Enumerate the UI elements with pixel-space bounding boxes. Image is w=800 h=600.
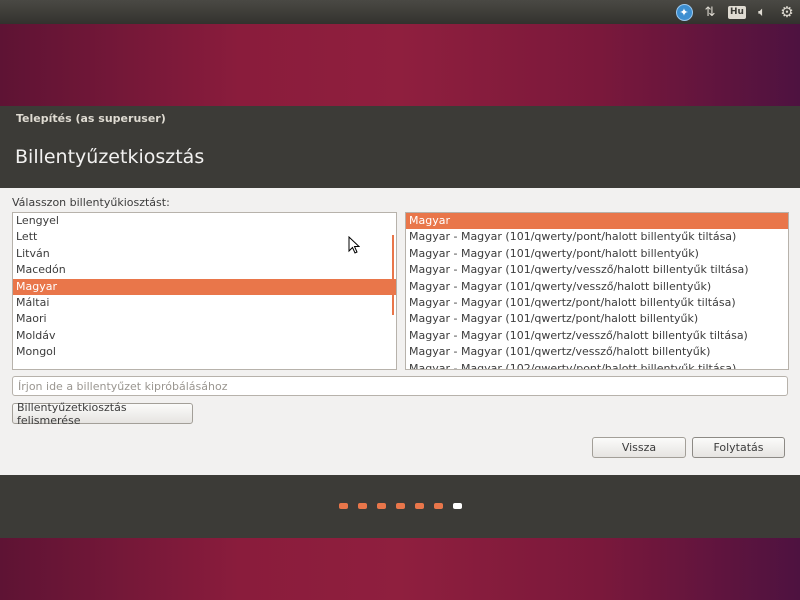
progress-dot xyxy=(358,503,367,509)
list-item[interactable]: Magyar - Magyar (101/qwertz/vessző/halot… xyxy=(406,328,788,344)
content-area: Válasszon billentyűkiosztást: Lengyel Let… xyxy=(0,188,800,475)
scroll-indicator[interactable] xyxy=(392,235,394,315)
window-titlebar: Telepítés (as superuser) xyxy=(0,106,800,134)
progress-dot xyxy=(377,503,386,509)
page-title: Billentyűzetkiosztás xyxy=(15,146,205,168)
progress-dot xyxy=(396,503,405,509)
back-button[interactable]: Vissza xyxy=(592,437,686,458)
list-item[interactable]: Máltai xyxy=(13,295,396,311)
progress-dot xyxy=(434,503,443,509)
list-item[interactable]: Moldáv xyxy=(13,328,396,344)
accessibility-icon[interactable]: ✦ xyxy=(672,0,696,24)
list-item[interactable]: Magyar - Magyar (101/qwertz/pont/halott … xyxy=(406,311,788,327)
progress-dot xyxy=(415,503,424,509)
window-title: Telepítés (as superuser) xyxy=(16,112,166,125)
list-item[interactable]: Macedón xyxy=(13,262,396,278)
list-item[interactable]: Mongol xyxy=(13,344,396,360)
list-item[interactable]: Lengyel xyxy=(13,213,396,229)
layout-prompt-label: Válasszon billentyűkiosztást: xyxy=(12,196,170,209)
progress-dot xyxy=(339,503,348,509)
keyboard-test-input[interactable] xyxy=(12,376,788,396)
keyboard-indicator-label: Hu xyxy=(728,5,746,19)
variant-list[interactable]: Magyar Magyar - Magyar (101/qwerty/pont/h… xyxy=(405,212,789,370)
list-item[interactable]: Magyar - Magyar (101/qwertz/vessző/halot… xyxy=(406,344,788,360)
list-item[interactable]: Magyar xyxy=(406,213,788,230)
detect-layout-button[interactable]: Billentyűzetkiosztás felismerése xyxy=(12,401,193,427)
progress-footer xyxy=(0,475,800,538)
list-item[interactable]: Magyar - Magyar (101/qwerty/pont/halott … xyxy=(406,229,788,245)
keyboard-layout-indicator[interactable]: Hu xyxy=(727,0,747,24)
list-item[interactable]: Lett xyxy=(13,229,396,245)
top-panel: ✦ ⇅ Hu 🔈︎ ⚙ xyxy=(0,0,800,24)
list-item[interactable]: Litván xyxy=(13,246,396,262)
installer-window: Telepítés (as superuser) Billentyűzetkio… xyxy=(0,106,800,538)
list-item[interactable]: Maori xyxy=(13,311,396,327)
progress-dot xyxy=(453,503,462,509)
page-header: Billentyűzetkiosztás xyxy=(0,134,800,188)
network-icon[interactable]: ⇅ xyxy=(700,0,720,24)
list-item[interactable]: Magyar xyxy=(13,278,396,295)
continue-button[interactable]: Folytatás xyxy=(692,437,785,458)
list-item[interactable]: Magyar - Magyar (101/qwertz/pont/halott … xyxy=(406,295,788,311)
list-item[interactable]: Magyar - Magyar (102/qwerty/pont/halott … xyxy=(406,361,788,369)
progress-dots xyxy=(339,503,472,509)
list-item[interactable]: Magyar - Magyar (101/qwerty/vessző/halot… xyxy=(406,262,788,278)
volume-icon[interactable]: 🔈︎ xyxy=(752,0,772,24)
mouse-pointer-icon xyxy=(348,236,360,254)
list-item[interactable]: Magyar - Magyar (101/qwerty/pont/halott … xyxy=(406,246,788,262)
list-item[interactable]: Magyar - Magyar (101/qwerty/vessző/halot… xyxy=(406,279,788,295)
layout-list[interactable]: Lengyel Lett Litván Macedón Magyar Máltai Maor… xyxy=(12,212,397,370)
gear-icon[interactable]: ⚙ xyxy=(777,0,797,24)
